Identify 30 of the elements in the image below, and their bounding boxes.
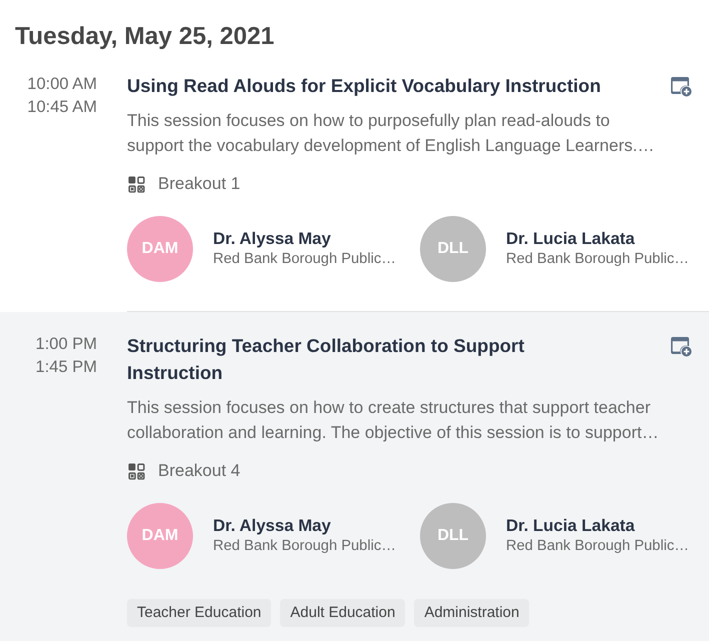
calendar-plus-icon[interactable] (670, 335, 692, 357)
speaker-avatar: DAM (127, 503, 193, 569)
speaker-avatar: DLL (420, 216, 486, 282)
date-heading: Tuesday, May 25, 2021 (14, 22, 276, 52)
room-label: Breakout 4 (158, 461, 240, 481)
speaker-organization: Red Bank Borough Public… (506, 537, 689, 556)
speaker-name: Dr. Lucia Lakata (506, 228, 635, 249)
session-title: Using Read Alouds for Explicit Vocabulary Instruction (127, 74, 601, 98)
end-time: 1:45 PM (36, 357, 97, 378)
speaker-name: Dr. Lucia Lakata (506, 515, 635, 536)
start-time: 1:00 PM (36, 334, 97, 355)
grid-icon (128, 462, 145, 480)
session-title: Structuring Teacher Collaboration to Support Instruction (127, 334, 526, 385)
speaker-name: Dr. Alyssa May (213, 228, 331, 249)
room-label: Breakout 1 (158, 174, 240, 194)
topic-tag: Administration (414, 599, 530, 627)
speaker-organization: Red Bank Borough Public… (506, 250, 689, 269)
speaker-organization: Red Bank Borough Public… (213, 250, 396, 269)
speaker-avatar: DLL (420, 503, 486, 569)
topic-tag: Adult Education (280, 599, 406, 627)
grid-icon (128, 176, 145, 192)
speaker-organization: Red Bank Borough Public… (213, 537, 396, 556)
calendar-plus-icon[interactable] (670, 75, 692, 97)
start-time: 10:00 AM (27, 74, 97, 95)
speaker-name: Dr. Alyssa May (213, 515, 331, 536)
speaker-avatar: DAM (127, 216, 193, 282)
session-description: This session focuses on how to create structures that support teacher collaboration and learning. The objective of this session is to support… (127, 397, 660, 444)
topic-tag: Teacher Education (127, 599, 272, 627)
session-description: This session focuses on how to purposefully plan read-alouds to support the vocabulary development of English Language Learners.… (127, 110, 656, 157)
end-time: 10:45 AM (27, 97, 97, 118)
